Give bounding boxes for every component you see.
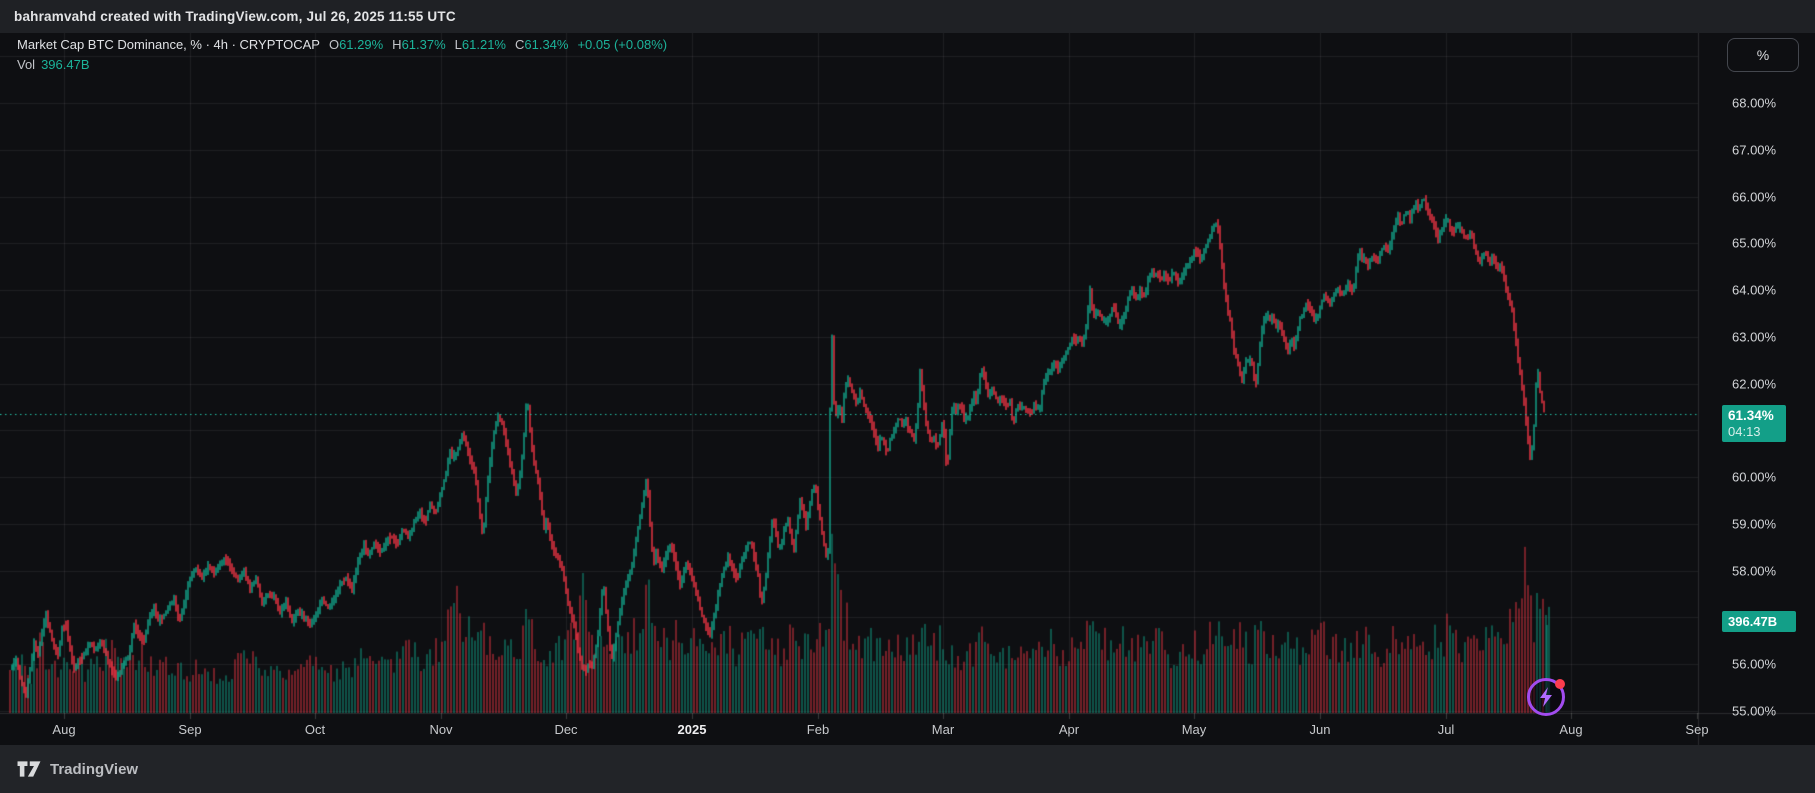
last-price-label: 61.34% 04:13 xyxy=(1722,405,1786,442)
price-tick-label: 63.00% xyxy=(1732,329,1776,344)
ohlc-high: H61.37% xyxy=(392,37,445,52)
price-tick-label: 64.00% xyxy=(1732,283,1776,298)
price-tick-label: 56.00% xyxy=(1732,657,1776,672)
low-value: 61.21% xyxy=(462,37,506,52)
attribution-text: bahramvahd created with TradingView.com,… xyxy=(14,9,456,24)
open-letter: O xyxy=(329,37,339,52)
time-tick-label: Feb xyxy=(807,722,829,737)
time-tick-label: Jul xyxy=(1438,722,1455,737)
high-value: 61.37% xyxy=(402,37,446,52)
price-tick-label: 59.00% xyxy=(1732,516,1776,531)
close-letter: C xyxy=(515,37,524,52)
tradingview-brand-text[interactable]: TradingView xyxy=(50,761,138,778)
price-tick-label: 58.00% xyxy=(1732,563,1776,578)
legend-row-main: Market Cap BTC Dominance, % · 4h · CRYPT… xyxy=(17,37,667,52)
volume-axis-label: 396.47B xyxy=(1722,611,1796,632)
symbol-title[interactable]: Market Cap BTC Dominance, % · 4h · CRYPT… xyxy=(17,37,320,52)
percent-unit-button[interactable]: % xyxy=(1727,38,1799,72)
time-tick-label: Sep xyxy=(1685,722,1708,737)
time-tick-label: Mar xyxy=(932,722,954,737)
time-tick-label: Oct xyxy=(305,722,325,737)
volume-value: 396.47B xyxy=(41,57,89,72)
time-tick-label: Jun xyxy=(1310,722,1331,737)
price-tick-label: 60.00% xyxy=(1732,470,1776,485)
time-tick-label: Dec xyxy=(554,722,577,737)
bar-countdown: 04:13 xyxy=(1728,424,1786,440)
symbol-legend[interactable]: Market Cap BTC Dominance, % · 4h · CRYPT… xyxy=(17,37,667,72)
time-tick-label: Aug xyxy=(52,722,75,737)
legend-row-volume: Vol 396.47B xyxy=(17,57,667,72)
time-tick-label: May xyxy=(1182,722,1207,737)
change-value: +0.05 (+0.08%) xyxy=(577,37,667,52)
close-value: 61.34% xyxy=(524,37,568,52)
last-price-value: 61.34% xyxy=(1728,407,1786,424)
high-letter: H xyxy=(392,37,401,52)
price-tick-label: 62.00% xyxy=(1732,376,1776,391)
ohlc-close: C61.34% xyxy=(515,37,568,52)
ohlc-open: O61.29% xyxy=(329,37,383,52)
footer-bar: TradingView xyxy=(0,745,1815,793)
chart-canvas[interactable] xyxy=(0,0,1815,793)
tradingview-logo-icon[interactable] xyxy=(16,759,42,779)
price-tick-label: 66.00% xyxy=(1732,189,1776,204)
time-tick-label: Nov xyxy=(429,722,452,737)
notification-dot xyxy=(1555,679,1565,689)
time-tick-label: Aug xyxy=(1559,722,1582,737)
time-tick-label: 2025 xyxy=(678,722,707,737)
lightning-avatar-icon[interactable] xyxy=(1527,678,1565,716)
price-tick-label: 65.00% xyxy=(1732,236,1776,251)
tradingview-snapshot: { "attribution": "bahramvahd created wit… xyxy=(0,0,1815,793)
volume-axis-value: 396.47B xyxy=(1728,614,1777,629)
low-letter: L xyxy=(455,37,462,52)
time-tick-label: Sep xyxy=(178,722,201,737)
time-tick-label: Apr xyxy=(1059,722,1079,737)
lightning-bolt-icon xyxy=(1537,687,1555,707)
price-tick-label: 55.00% xyxy=(1732,704,1776,719)
ohlc-low: L61.21% xyxy=(455,37,506,52)
attribution-bar: bahramvahd created with TradingView.com,… xyxy=(0,0,1815,33)
open-value: 61.29% xyxy=(339,37,383,52)
price-tick-label: 68.00% xyxy=(1732,96,1776,111)
price-tick-label: 67.00% xyxy=(1732,142,1776,157)
volume-label[interactable]: Vol xyxy=(17,57,35,72)
